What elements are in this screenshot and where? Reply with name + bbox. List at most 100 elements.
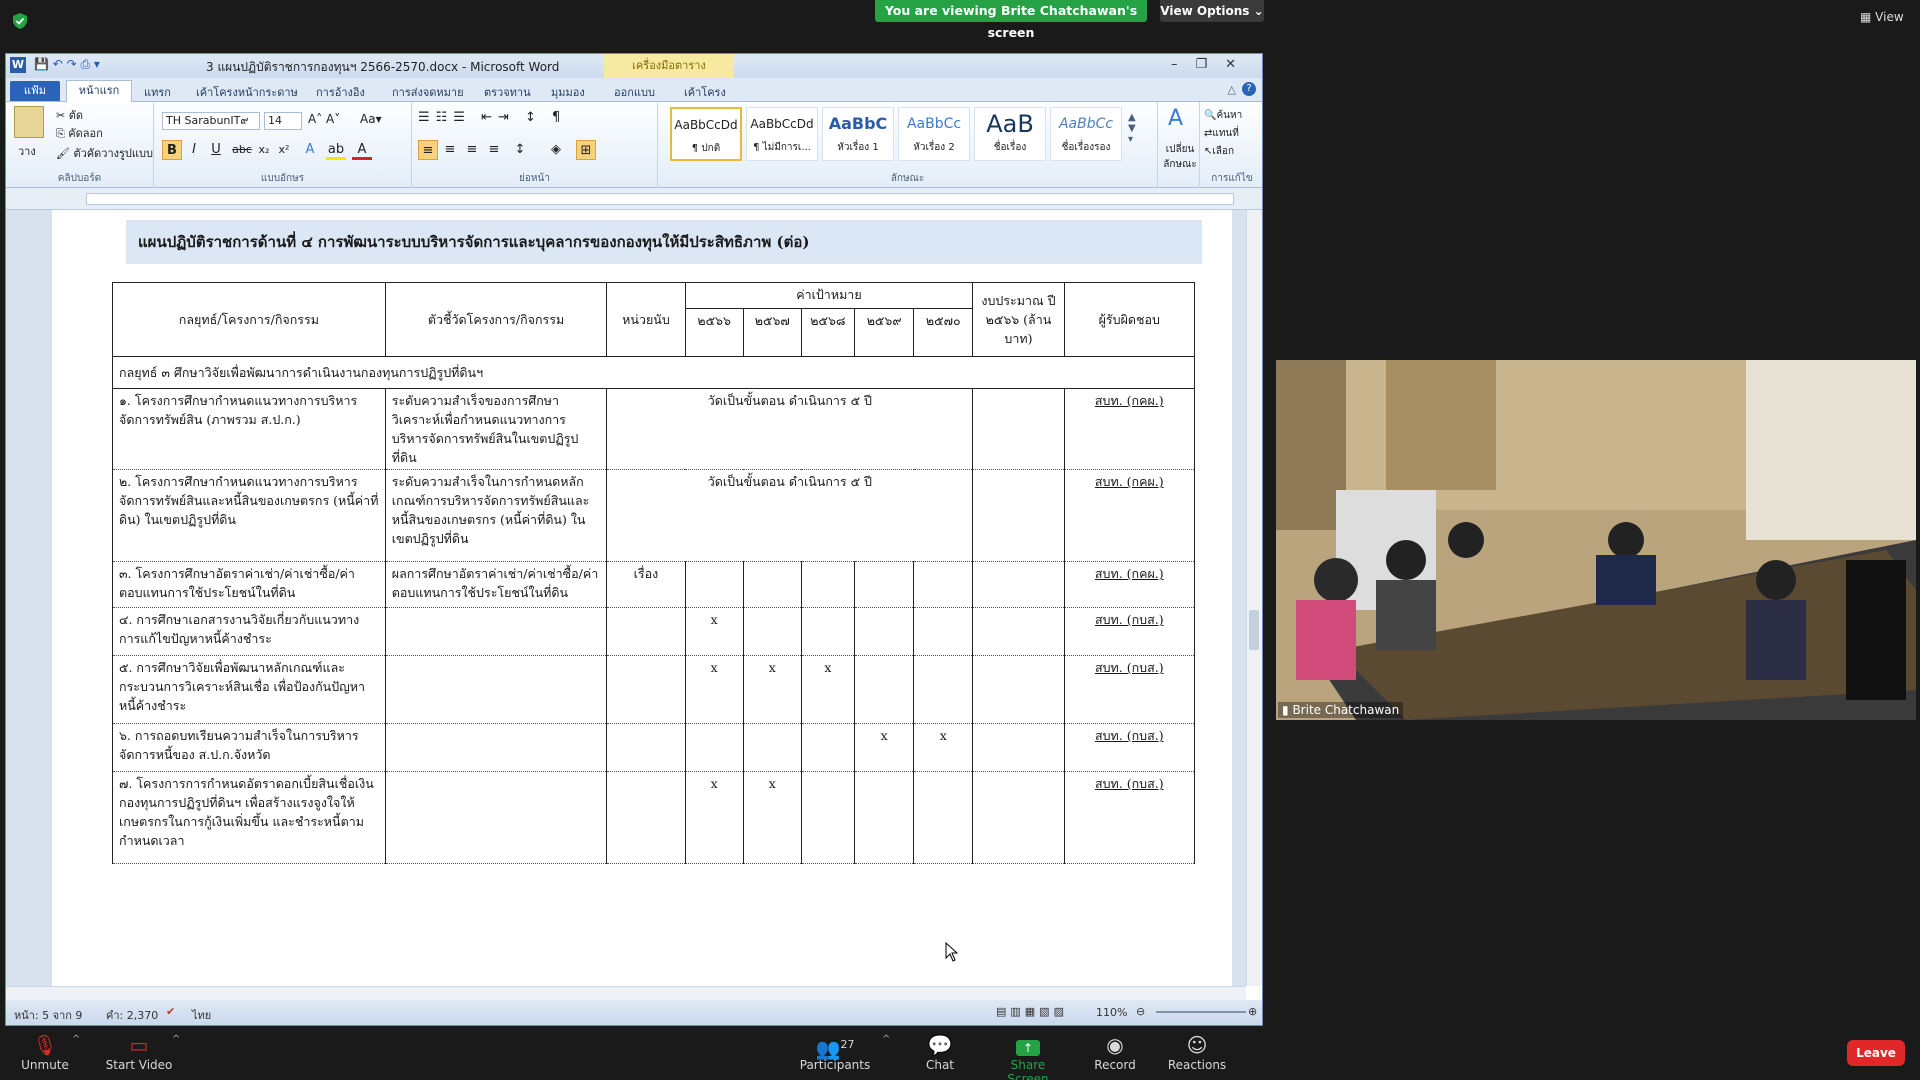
cut-button[interactable]: ✂ ตัด xyxy=(56,106,83,124)
restore-icon[interactable]: ❐ xyxy=(1195,57,1225,72)
reactions-label: Reactions xyxy=(1167,1058,1227,1072)
chat-button[interactable]: 💬 Chat xyxy=(918,1032,962,1072)
clipboard-label: คลิปบอร์ด xyxy=(57,173,102,184)
proofing-icon[interactable]: ✔ xyxy=(166,1005,175,1018)
shading-icon[interactable]: ◈ xyxy=(546,140,566,160)
change-styles-icon[interactable]: A xyxy=(1168,106,1183,131)
view-button[interactable]: ▦ View xyxy=(1860,10,1904,24)
unmute-button[interactable]: 🎙 Unmute xyxy=(20,1032,70,1072)
copy-button[interactable]: ⎘ คัดลอก xyxy=(56,124,103,142)
zoom-in-icon[interactable]: ⊕ xyxy=(1248,1005,1257,1018)
minimize-ribbon-icon[interactable]: △ xyxy=(1228,83,1236,96)
strikethrough-button[interactable]: abc xyxy=(232,140,252,160)
font-size-select[interactable]: 14 xyxy=(264,112,302,130)
zoom-out-icon[interactable]: ⊖ xyxy=(1136,1005,1145,1018)
highlight-icon[interactable]: ab xyxy=(326,140,346,160)
participants-options-caret[interactable]: ^ xyxy=(882,1034,890,1045)
close-icon[interactable]: ✕ xyxy=(1225,57,1254,72)
tab-home[interactable]: หน้าแรก xyxy=(66,80,132,102)
year-mark-cell xyxy=(913,771,974,864)
share-screen-button[interactable]: ↑ Share Screen xyxy=(990,1032,1066,1080)
style-subtitle[interactable]: AaBbCc ชื่อเรื่องรอง xyxy=(1050,107,1122,161)
year-mark-cell xyxy=(854,607,915,656)
tab-file[interactable]: แฟ้ม xyxy=(10,81,60,101)
year-mark-cell xyxy=(854,771,915,864)
style-heading-1[interactable]: AaBbC หัวเรื่อง 1 xyxy=(822,107,894,161)
style-no-spacing[interactable]: AaBbCcDd ¶ ไม่มีการเ... xyxy=(746,107,818,161)
paste-icon[interactable] xyxy=(14,106,44,138)
indicator-cell xyxy=(384,607,608,656)
start-video-label: Start Video xyxy=(105,1058,173,1072)
line-spacing-icon[interactable]: ↕ xyxy=(510,140,530,160)
select-button[interactable]: ↖เลือก xyxy=(1204,144,1234,159)
zoom-slider[interactable] xyxy=(1156,1011,1246,1013)
tab-mailings[interactable]: การส่งจดหมาย xyxy=(392,83,464,101)
underline-button[interactable]: U xyxy=(206,140,226,160)
style-normal[interactable]: AaBbCcDd ¶ ปกติ xyxy=(670,107,742,161)
grow-font-icon[interactable]: A˄ A˅ xyxy=(308,112,340,126)
align-center-button[interactable]: ≡ xyxy=(440,140,460,160)
budget-cell xyxy=(972,388,1065,470)
scroll-thumb[interactable] xyxy=(1249,610,1259,650)
word-count[interactable]: คำ: 2,370 xyxy=(106,1006,158,1024)
record-button[interactable]: ◉ Record xyxy=(1090,1032,1140,1072)
tab-insert[interactable]: แทรก xyxy=(144,83,171,101)
tab-page-layout[interactable]: เค้าโครงหน้ากระดาษ xyxy=(196,83,298,101)
format-painter-button[interactable]: 🖌 ตัวคัดวางรูปแบบ xyxy=(56,144,153,162)
page-count[interactable]: หน้า: 5 จาก 9 xyxy=(14,1006,82,1024)
help-icon[interactable]: ? xyxy=(1242,82,1256,96)
horizontal-ruler[interactable] xyxy=(6,188,1262,210)
start-video-button[interactable]: ▭ Start Video xyxy=(104,1032,174,1072)
bold-button[interactable]: B xyxy=(162,140,182,160)
change-styles-label[interactable]: เปลี่ยน ลักษณะ xyxy=(1160,142,1200,172)
language[interactable]: ไทย xyxy=(192,1006,211,1024)
ribbon: วาง ✂ ตัด ⎘ คัดลอก 🖌 ตัวคัดวางรูปแบบ คลิ… xyxy=(6,102,1262,188)
shield-icon[interactable] xyxy=(12,12,28,30)
minimize-icon[interactable]: – xyxy=(1171,57,1196,72)
view-options-button[interactable]: View Options ⌄ xyxy=(1160,0,1264,22)
zoom-level[interactable]: 110% xyxy=(1096,1006,1127,1019)
paste-label[interactable]: วาง xyxy=(18,142,36,160)
style-title[interactable]: AaB ชื่อเรื่อง xyxy=(974,107,1046,161)
superscript-button[interactable]: x² xyxy=(274,140,294,160)
year-mark-cell: x xyxy=(800,655,856,724)
subscript-button[interactable]: x₂ xyxy=(254,140,274,160)
find-button[interactable]: 🔍ค้นหา xyxy=(1204,108,1242,123)
change-case-icon[interactable]: Aa▾ xyxy=(360,112,382,126)
tab-design[interactable]: ออกแบบ xyxy=(614,83,655,101)
tab-view[interactable]: มุมมอง xyxy=(551,83,585,101)
font-color-icon[interactable]: A xyxy=(352,140,372,160)
horizontal-scrollbar[interactable] xyxy=(6,986,1246,1000)
reactions-button[interactable]: ☺ Reactions xyxy=(1166,1032,1228,1072)
tab-references[interactable]: การอ้างอิง xyxy=(316,83,365,101)
participant-video[interactable] xyxy=(1276,360,1916,720)
tab-layout[interactable]: เค้าโครง xyxy=(684,83,726,101)
align-right-button[interactable]: ≡ xyxy=(462,140,482,160)
tab-review[interactable]: ตรวจทาน xyxy=(484,83,531,101)
view-mode-icons[interactable]: ▤▥▦▧▨ xyxy=(996,1005,1068,1018)
styles-group: AaBbCcDd ¶ ปกติ AaBbCcDd ¶ ไม่มีการเ... Aa… xyxy=(658,102,1158,188)
font-name-select[interactable]: TH SarabunIT๙ xyxy=(162,112,260,130)
align-left-button[interactable]: ≡ xyxy=(418,140,438,160)
document-page[interactable]: แผนปฏิบัติราชการด้านที่ ๔ การพัฒนาระบบบร… xyxy=(52,210,1232,986)
audio-options-caret[interactable]: ^ xyxy=(72,1034,80,1045)
styles-scroll-icon[interactable]: ▲ ▼ ▾ xyxy=(1128,112,1136,145)
replace-button[interactable]: ⇄แทนที่ xyxy=(1204,126,1239,141)
year-mark-cell: x xyxy=(742,655,802,724)
style-heading-2[interactable]: AaBbCc หัวเรื่อง 2 xyxy=(898,107,970,161)
participant-name: Brite Chatchawan xyxy=(1292,703,1400,717)
mouse-cursor-icon xyxy=(945,942,959,962)
vertical-scrollbar[interactable] xyxy=(1246,210,1262,986)
style-name: ¶ ปกติ xyxy=(691,143,721,154)
leave-button[interactable]: Leave xyxy=(1847,1040,1905,1066)
italic-button[interactable]: I xyxy=(184,140,204,160)
window-controls[interactable]: –❐✕ xyxy=(1171,57,1254,72)
justify-button[interactable]: ≡ xyxy=(484,140,504,160)
participants-button[interactable]: 👥27 Participants xyxy=(798,1032,872,1072)
video-options-caret[interactable]: ^ xyxy=(172,1034,180,1045)
list-buttons[interactable]: ☰☷☰ ⇤⇥ ↕ ¶ xyxy=(418,110,566,125)
quick-access-toolbar[interactable]: 💾 ↶ ↷ ⎙ ▾ xyxy=(34,57,100,72)
indicator-cell: ผลการศึกษาอัตราค่าเช่า/ค่าเช่าซื้อ/ค่าตอ… xyxy=(384,561,608,608)
text-effects-icon[interactable]: A xyxy=(300,140,320,160)
borders-icon[interactable]: ⊞ xyxy=(576,140,596,160)
